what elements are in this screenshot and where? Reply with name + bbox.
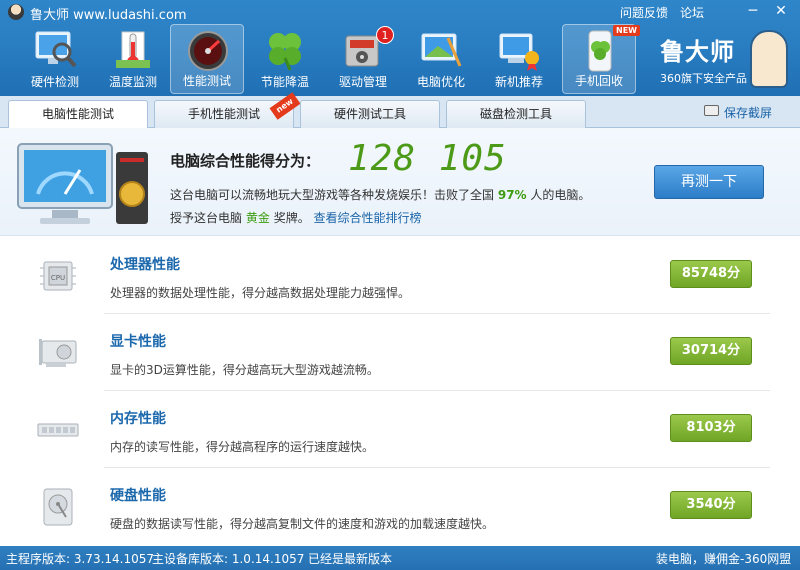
gpu-score-badge: 30714分 [670, 337, 752, 365]
beat-percent: 97% [497, 188, 527, 202]
status-bar: 主程序版本: 3.73.14.1057 主设备库版本: 1.0.14.1057 … [0, 546, 800, 570]
clover-icon [269, 33, 301, 71]
driver-update-badge: 1 [376, 26, 394, 44]
thermometer-icon [116, 31, 150, 68]
tool-label: 性能测试 [182, 74, 231, 88]
item-title: 硬盘性能 [110, 488, 166, 504]
tab-disk-tools[interactable]: 磁盘检测工具 [446, 100, 586, 128]
tool-performance-test[interactable]: 性能测试 [170, 24, 244, 94]
tool-new-pc[interactable]: 新机推荐 [482, 24, 556, 94]
tool-label: 驱动管理 [338, 75, 387, 89]
mascot-icon [750, 30, 788, 88]
app-logo-icon [8, 4, 24, 20]
save-screenshot-label: 保存截屏 [724, 106, 773, 120]
speedometer-icon [188, 31, 228, 71]
title-bar: 鲁大师 www.ludashi.com 问题反馈 论坛 ─ ✕ [0, 0, 800, 24]
memory-icon [37, 423, 79, 437]
list-item-gpu: 显卡性能 显卡的3D运算性能，得分越高玩大型游戏越流畅。 30714分 [0, 315, 800, 393]
tool-label: 温度监测 [108, 75, 157, 89]
cpu-score-badge: 85748分 [670, 260, 752, 288]
item-desc: 处理器的数据处理性能，得分越高数据处理能力越强悍。 [110, 286, 411, 300]
divider [104, 390, 770, 391]
item-title: 显卡性能 [110, 334, 166, 350]
desc-text-end: 人的电脑。 [530, 188, 591, 202]
award-line: 授予这台电脑 黄金 奖牌。 查看综合性能排行榜 [170, 209, 422, 226]
item-desc: 硬盘的数据读写性能，得分越高复制文件的速度和游戏的加载速度越快。 [110, 517, 495, 531]
svg-text:CPU: CPU [51, 274, 65, 282]
db-version: 主设备库版本: 1.0.14.1057 [152, 552, 305, 566]
forum-link[interactable]: 论坛 [680, 4, 704, 21]
new-badge: NEW [613, 25, 640, 36]
tab-label: 手机性能测试 [187, 107, 260, 121]
brand-logo: 鲁大师 360旗下安全产品 [650, 30, 795, 90]
new-tab-badge: new [269, 92, 301, 120]
new-pc-icon [499, 33, 539, 71]
divider [104, 313, 770, 314]
item-title: 处理器性能 [110, 257, 180, 273]
feedback-link[interactable]: 问题反馈 [620, 4, 668, 21]
disk-score-badge: 3540分 [670, 491, 752, 519]
award-text-end: 奖牌。 [273, 211, 310, 225]
close-button[interactable]: ✕ [772, 2, 790, 20]
tool-label: 节能降温 [260, 75, 309, 89]
promo-link[interactable]: 装电脑，赚佣金-360网盟 [656, 550, 791, 567]
hardware-check-icon [35, 31, 77, 68]
tab-phone-performance[interactable]: 手机性能测试 new [154, 92, 301, 128]
desc-text: 这台电脑可以流畅地玩大型游戏等各种发烧娱乐！击败了全国 [170, 188, 495, 202]
tool-label: 手机回收 [574, 74, 623, 88]
total-score: 128 105 [348, 138, 507, 179]
retest-button[interactable]: 再测一下 [654, 165, 764, 199]
monitor-broom-icon [421, 33, 462, 67]
award-text: 授予这台电脑 [170, 211, 243, 225]
monitor-gauge-icon [17, 143, 148, 224]
item-title: 内存性能 [110, 411, 166, 427]
ranking-link[interactable]: 查看综合性能排行榜 [314, 211, 422, 225]
award-level: 黄金 [245, 211, 270, 225]
divider [104, 467, 770, 468]
tool-energy-saving[interactable]: 节能降温 [248, 24, 322, 94]
tab-bar: 电脑性能测试 手机性能测试 new 硬件测试工具 磁盘检测工具 [0, 92, 800, 129]
tool-phone-recycle[interactable]: NEW 手机回收 [562, 24, 640, 94]
tool-driver-manage[interactable]: 1 驱动管理 [326, 24, 400, 94]
item-desc: 内存的读写性能，得分越高程序的运行速度越快。 [110, 440, 375, 454]
graphics-card-icon [39, 339, 77, 367]
score-description: 这台电脑可以流畅地玩大型游戏等各种发烧娱乐！击败了全国 97% 人的电脑。 [170, 186, 590, 203]
cpu-icon: CPU [40, 261, 76, 291]
tool-label: 硬件检测 [30, 75, 79, 89]
tool-hardware-check[interactable]: 硬件检测 [18, 24, 92, 94]
tool-label: 电脑优化 [416, 75, 465, 89]
list-item-disk: 硬盘性能 硬盘的数据读写性能，得分越高复制文件的速度和游戏的加载速度越快。 35… [0, 469, 800, 547]
update-status: 已经是最新版本 [308, 552, 393, 566]
app-title: 鲁大师 www.ludashi.com [30, 8, 187, 23]
hard-disk-icon [43, 488, 73, 526]
camera-icon [704, 105, 719, 116]
list-item-memory: 内存性能 内存的读写性能，得分越高程序的运行速度越快。 8103分 [0, 392, 800, 470]
minimize-button[interactable]: ─ [744, 2, 762, 20]
program-version: 主程序版本: 3.73.14.1057 [6, 552, 155, 566]
item-desc: 显卡的3D运算性能，得分越高玩大型游戏越流畅。 [110, 363, 379, 377]
tool-label: 新机推荐 [494, 75, 543, 89]
tab-pc-performance[interactable]: 电脑性能测试 [8, 100, 148, 129]
top-toolbar: 鲁大师 www.ludashi.com 问题反馈 论坛 ─ ✕ 硬件检测 温度监… [0, 0, 800, 96]
memory-score-badge: 8103分 [670, 414, 752, 442]
brand-name: 鲁大师 [660, 38, 735, 66]
save-screenshot-link[interactable]: 保存截屏 [704, 104, 773, 121]
score-title: 电脑综合性能得分为： [170, 152, 321, 170]
list-item-cpu: CPU 处理器性能 处理器的数据处理性能，得分越高数据处理能力越强悍。 8574… [0, 238, 800, 316]
tab-hardware-tools[interactable]: 硬件测试工具 [300, 100, 440, 128]
tool-temperature[interactable]: 温度监测 [96, 24, 170, 94]
tool-optimize[interactable]: 电脑优化 [404, 24, 478, 94]
brand-subtitle: 360旗下安全产品 [660, 72, 747, 85]
